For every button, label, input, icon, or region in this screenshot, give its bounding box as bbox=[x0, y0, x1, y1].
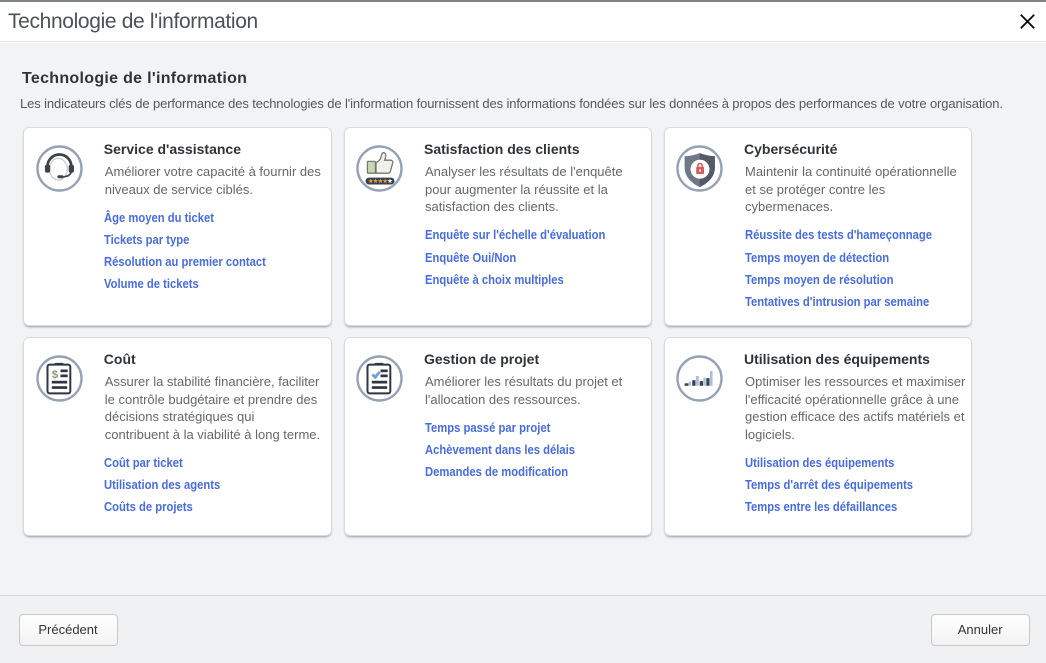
svg-text:$: $ bbox=[52, 369, 59, 381]
